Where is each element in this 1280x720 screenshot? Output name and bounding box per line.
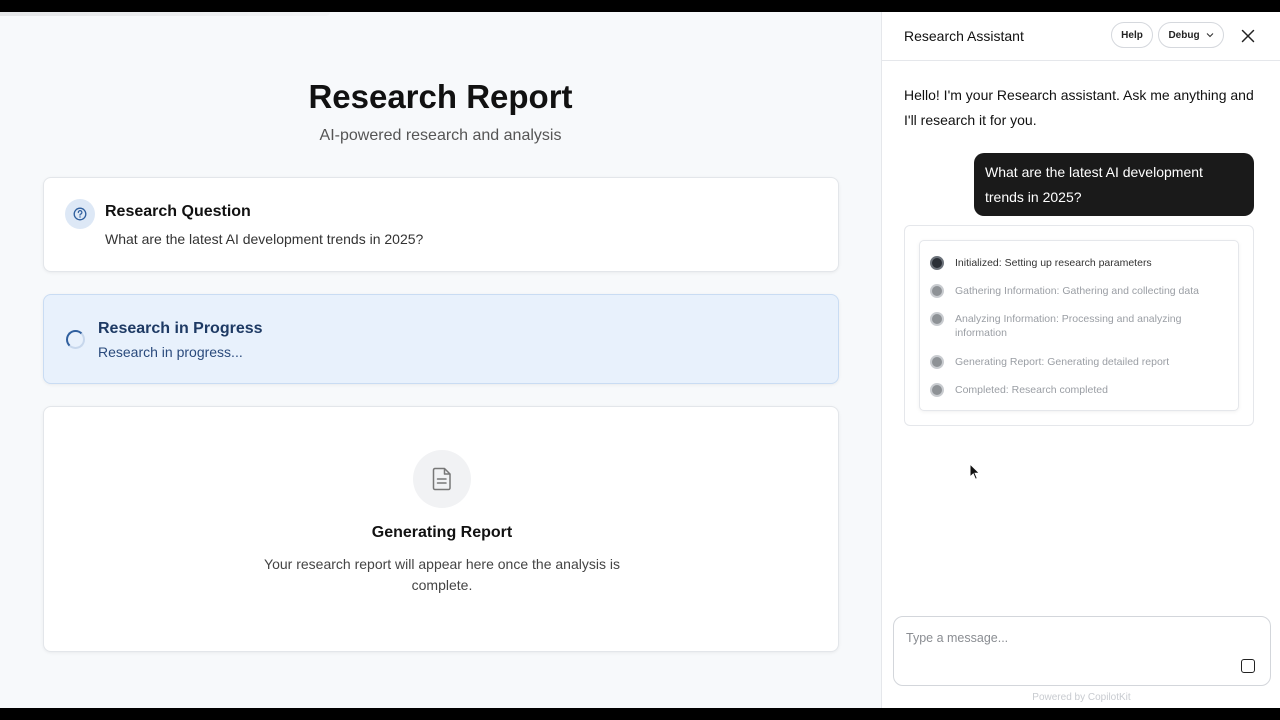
user-message: What are the latest AI development trend… (974, 153, 1254, 216)
step-label: Completed: Research completed (955, 384, 1108, 396)
progress-steps-container: Initialized: Setting up research paramet… (904, 225, 1254, 426)
report-card: Generating Report Your research report w… (43, 406, 839, 652)
page-title: Research Report (308, 78, 573, 115)
progress-steps: Initialized: Setting up research paramet… (919, 240, 1239, 411)
debug-button[interactable]: Debug (1158, 22, 1224, 48)
assistant-greeting: Hello! I'm your Research assistant. Ask … (904, 87, 1254, 128)
question-circle-icon (65, 199, 95, 229)
research-progress-card: Research in Progress Research in progres… (43, 294, 839, 384)
research-question-card: Research Question What are the latest AI… (43, 177, 839, 272)
step-label: Initialized: Setting up research paramet… (955, 257, 1152, 269)
step-label: Gathering Information: Gathering and col… (955, 285, 1199, 297)
step-label: Analyzing Information: Processing and an… (955, 313, 1182, 339)
step-status-icon (930, 355, 944, 369)
step-label: Generating Report: Generating detailed r… (955, 356, 1170, 368)
step-status-icon (930, 256, 944, 270)
panel-title: Research Assistant (904, 28, 1024, 44)
message-composer (893, 616, 1271, 686)
debug-label: Debug (1168, 29, 1200, 41)
close-icon[interactable] (1239, 27, 1257, 45)
spinner-icon (66, 330, 85, 349)
step-item: Analyzing Information: Processing and an… (930, 312, 1230, 340)
step-item: Gathering Information: Gathering and col… (930, 284, 1230, 298)
powered-by: Powered by CopilotKit (1032, 692, 1131, 703)
step-item: Completed: Research completed (930, 383, 1230, 397)
stop-icon[interactable] (1241, 659, 1255, 673)
report-text: Your research report will appear here on… (264, 556, 620, 593)
research-progress-text: Research in progress... (98, 344, 243, 360)
step-status-icon (930, 284, 944, 298)
message-input[interactable] (906, 631, 1226, 645)
report-title: Generating Report (371, 524, 513, 541)
research-question-title: Research Question (105, 203, 251, 220)
step-status-icon (930, 312, 944, 326)
research-question-text: What are the latest AI development trend… (105, 231, 424, 247)
step-item: Initialized: Setting up research paramet… (930, 256, 1230, 270)
step-item: Generating Report: Generating detailed r… (930, 355, 1230, 369)
main-area: Research Report AI-powered research and … (0, 12, 881, 708)
panel-header: Research Assistant Help Debug (882, 12, 1280, 61)
page-subtitle: AI-powered research and analysis (319, 127, 562, 144)
assistant-panel: Research Assistant Help Debug Hello! I'm… (881, 12, 1280, 708)
research-progress-title: Research in Progress (98, 320, 263, 337)
step-status-icon (930, 383, 944, 397)
mouse-cursor-icon (969, 463, 981, 480)
app-screen: Research Report AI-powered research and … (0, 12, 1280, 708)
chevron-down-icon (1206, 30, 1214, 41)
help-button[interactable]: Help (1111, 22, 1153, 48)
document-icon (413, 450, 471, 508)
